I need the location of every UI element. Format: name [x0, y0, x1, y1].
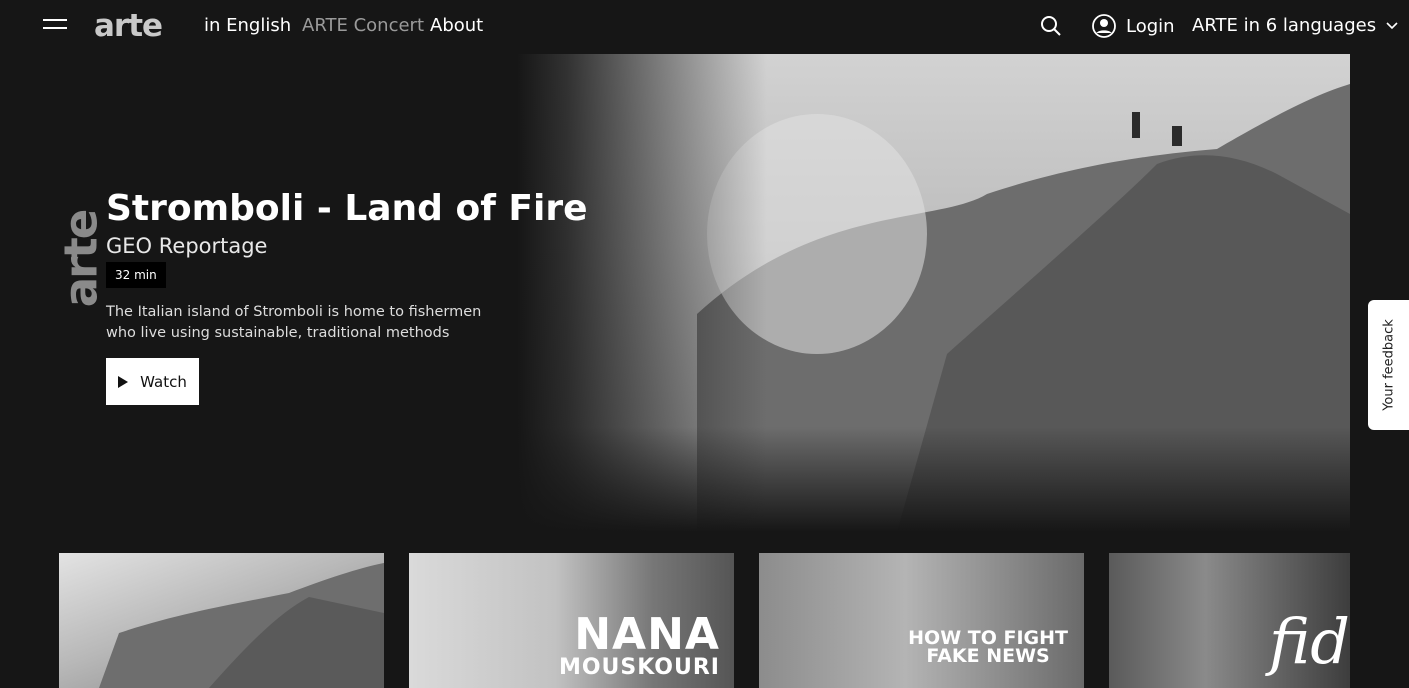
arte-logo[interactable]: arte: [94, 10, 163, 42]
play-icon: [118, 375, 129, 388]
card-overlay-title: HOW TO FIGHT FAKE NEWS: [908, 627, 1068, 667]
duration-badge: 32 min: [106, 262, 166, 288]
chevron-down-icon: [1386, 21, 1398, 29]
login-button[interactable]: Login: [1092, 13, 1175, 39]
hero-subtitle: GEO Reportage: [106, 234, 268, 258]
top-navigation: arte in English ARTE Concert About Login…: [0, 0, 1409, 54]
language-selector[interactable]: ARTE in 6 languages: [1192, 15, 1398, 36]
watch-button[interactable]: Watch: [106, 358, 199, 405]
card-overlay-title: fid: [1268, 605, 1350, 678]
feedback-tab[interactable]: Your feedback: [1368, 300, 1409, 430]
nav-about[interactable]: About: [430, 15, 483, 37]
hero-title[interactable]: Stromboli - Land of Fire: [106, 188, 588, 230]
user-icon: [1092, 14, 1116, 38]
video-card-fid[interactable]: fid: [1109, 553, 1350, 688]
language-label: ARTE in 6 languages: [1192, 15, 1377, 36]
nav-arte-concert[interactable]: ARTE Concert: [302, 15, 424, 37]
watch-label: Watch: [140, 372, 187, 391]
login-label: Login: [1126, 15, 1175, 37]
video-card-stromboli[interactable]: [59, 553, 384, 688]
nav-in-english[interactable]: in English: [204, 15, 291, 37]
video-card-nana-mouskouri[interactable]: NANA MOUSKOURI: [409, 553, 734, 688]
card-overlay-title: NANA: [574, 609, 720, 660]
card-overlay-subtitle: MOUSKOURI: [558, 655, 720, 680]
hamburger-menu-icon[interactable]: [43, 19, 67, 33]
video-card-fake-news[interactable]: HOW TO FIGHT FAKE NEWS: [759, 553, 1084, 688]
hero-image[interactable]: [517, 54, 1350, 532]
search-icon[interactable]: [1040, 15, 1062, 37]
hero-description: The Italian island of Stromboli is home …: [106, 304, 482, 341]
arte-vertical-logo: arte: [54, 210, 108, 308]
